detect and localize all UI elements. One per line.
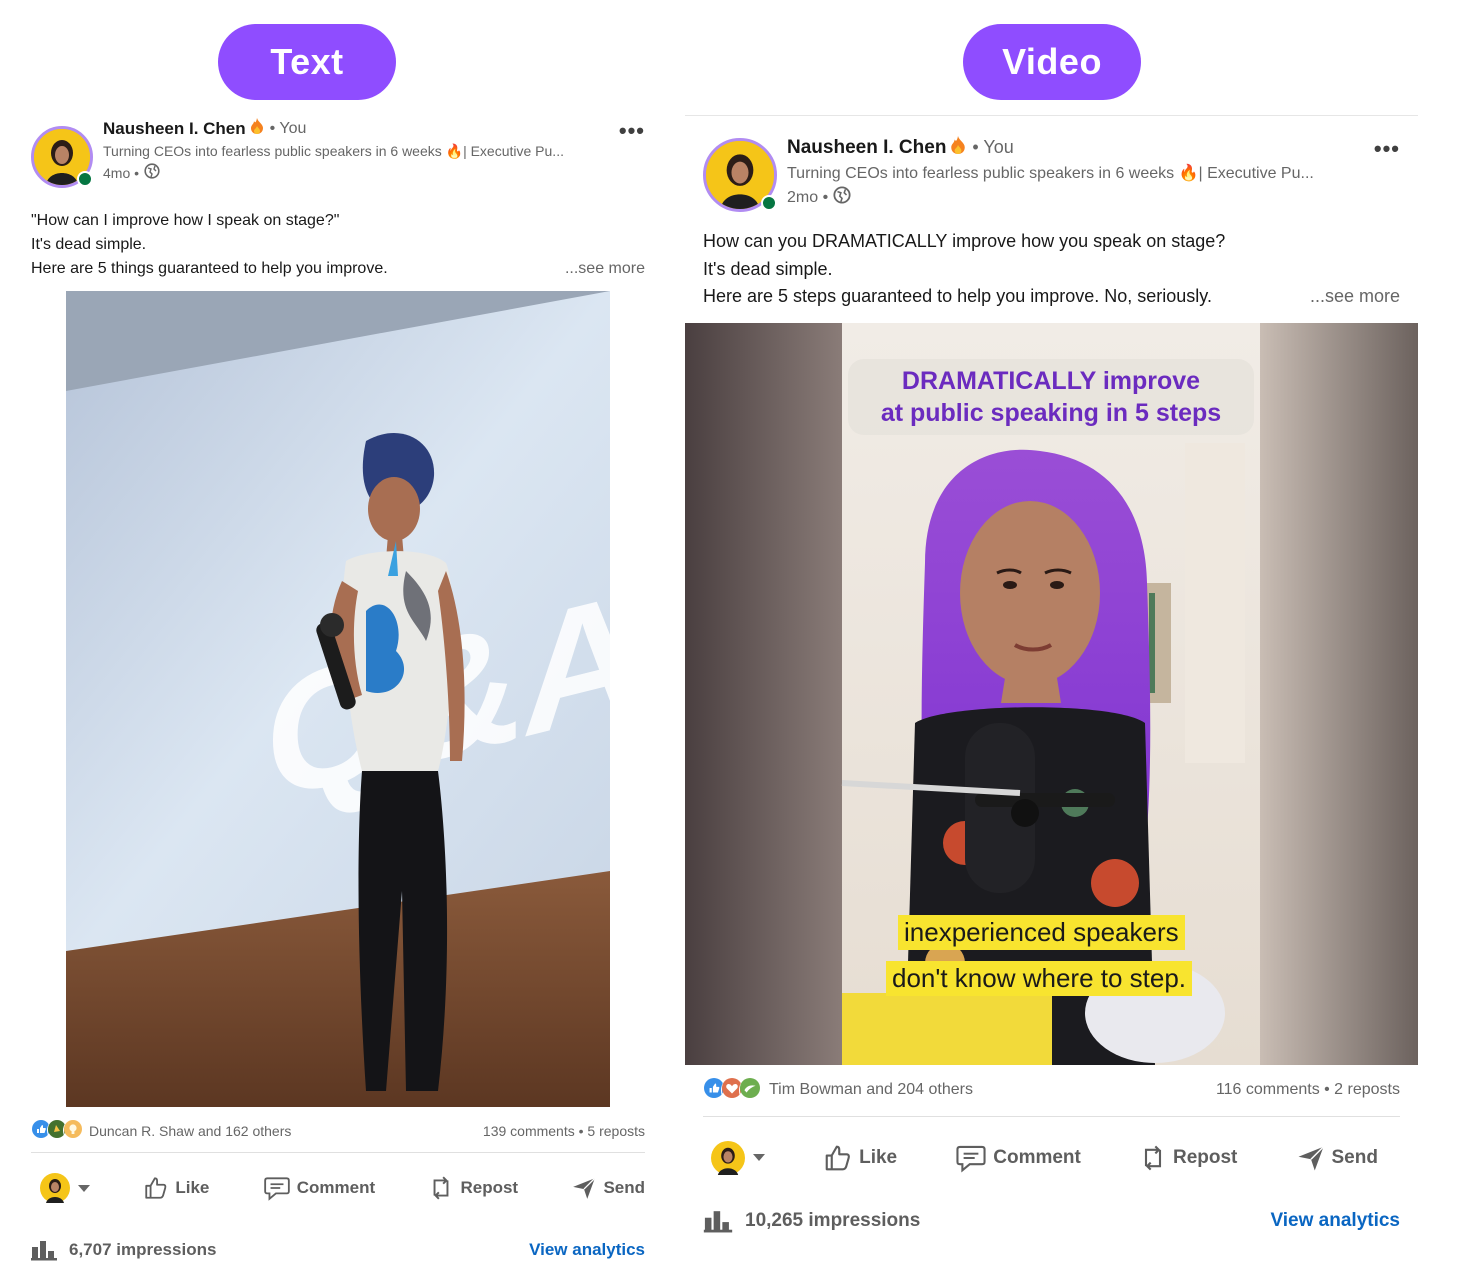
send-button[interactable]: Send <box>571 1175 645 1201</box>
chevron-down-icon <box>753 1154 765 1161</box>
body-line: How can you DRAMATICALLY improve how you… <box>703 231 1226 251</box>
online-status-dot <box>761 195 777 211</box>
bar-chart-icon <box>703 1210 733 1232</box>
react-as-selector[interactable] <box>711 1140 765 1175</box>
mini-avatar-icon <box>711 1140 745 1175</box>
body-line: Here are 5 things guaranteed to help you… <box>31 260 388 277</box>
comment-label: Comment <box>296 1178 376 1197</box>
repost-icon <box>434 1176 449 1200</box>
video-post-card: Nausheen I. Chen • You Turning CEOs into… <box>685 115 1418 1233</box>
reactions-count[interactable]: Duncan R. Shaw and 162 others <box>89 1123 291 1139</box>
send-label: Send <box>603 1178 645 1197</box>
comments-reposts-count[interactable]: 139 comments • 5 reposts <box>483 1123 645 1139</box>
impressions[interactable]: 10,265 impressions <box>703 1209 920 1233</box>
author-headline: Turning CEOs into fearless public speake… <box>103 143 564 159</box>
view-analytics-link[interactable]: View analytics <box>529 1240 645 1260</box>
mini-avatar-icon <box>40 1173 70 1203</box>
comment-icon <box>956 1145 986 1173</box>
see-more-link[interactable]: ...see more <box>565 257 645 281</box>
text-post-card: Nausheen I. Chen • You Turning CEOs into… <box>31 118 645 1261</box>
social-counts: Duncan R. Shaw and 162 others 139 commen… <box>31 1119 645 1142</box>
author-name[interactable]: Nausheen I. Chen <box>787 137 946 159</box>
comment-label: Comment <box>993 1146 1081 1168</box>
impressions-count: 6,707 impressions <box>69 1240 217 1259</box>
reactions-count[interactable]: Tim Bowman and 204 others <box>769 1081 973 1099</box>
body-line: Here are 5 steps guaranteed to help you … <box>703 286 1212 306</box>
you-label: • You <box>972 137 1014 157</box>
repost-button[interactable]: Repost <box>1139 1142 1237 1174</box>
like-button[interactable]: Like <box>823 1143 897 1173</box>
post-time: 4mo • <box>103 164 140 181</box>
support-reaction-icon <box>739 1076 761 1104</box>
post-footer: 6,707 impressions View analytics <box>31 1239 645 1261</box>
send-icon <box>1298 1145 1324 1170</box>
divider <box>31 1152 645 1153</box>
fire-icon <box>950 136 966 159</box>
social-counts: Tim Bowman and 204 others 116 comments •… <box>703 1076 1400 1104</box>
globe-icon <box>144 163 160 182</box>
post-image[interactable]: Q&A <box>66 291 610 1107</box>
post-time: 2mo • <box>787 188 829 206</box>
post-header: Nausheen I. Chen • You Turning CEOs into… <box>31 118 645 188</box>
repost-label: Repost <box>460 1178 519 1197</box>
comment-button[interactable]: Comment <box>955 1143 1081 1173</box>
video-title-line: at public speaking in 5 steps <box>880 398 1222 427</box>
bar-chart-icon <box>31 1241 57 1261</box>
more-options-icon[interactable]: ••• <box>1374 136 1400 162</box>
globe-icon <box>833 186 851 209</box>
send-label: Send <box>1331 1146 1378 1168</box>
video-subtitle-line: don't know where to step. <box>886 960 1193 996</box>
impressions[interactable]: 6,707 impressions <box>31 1239 216 1261</box>
send-button[interactable]: Send <box>1296 1143 1378 1173</box>
body-line: It's dead simple. <box>703 258 833 279</box>
chevron-down-icon <box>78 1184 90 1192</box>
author-avatar[interactable] <box>703 138 777 212</box>
action-bar: Like Comment Repost Send <box>31 1173 645 1203</box>
more-options-icon[interactable]: ••• <box>619 118 645 144</box>
repost-icon <box>1144 1145 1162 1170</box>
body-line: It's dead simple. <box>31 236 147 253</box>
impressions-count: 10,265 impressions <box>745 1209 921 1231</box>
you-label: • You <box>269 119 307 137</box>
repost-label: Repost <box>1172 1146 1238 1168</box>
post-body: "How can I improve how I speak on stage?… <box>31 209 645 281</box>
comments-reposts-count[interactable]: 116 comments • 2 reposts <box>1216 1081 1400 1099</box>
text-format-label: Text <box>218 24 396 100</box>
post-header: Nausheen I. Chen • You Turning CEOs into… <box>703 136 1400 212</box>
thumbs-up-icon <box>145 1177 167 1199</box>
thumbs-up-icon <box>825 1145 851 1170</box>
video-title-overlay: DRAMATICALLY improve at public speaking … <box>848 358 1254 435</box>
view-analytics-link[interactable]: View analytics <box>1270 1210 1400 1232</box>
body-line: "How can I improve how I speak on stage?… <box>31 212 340 229</box>
action-bar: Like Comment Repost Send <box>711 1140 1378 1175</box>
react-as-selector[interactable] <box>40 1173 90 1203</box>
send-icon <box>573 1177 596 1199</box>
like-label: Like <box>859 1146 898 1168</box>
author-name[interactable]: Nausheen I. Chen <box>103 119 246 139</box>
repost-button[interactable]: Repost <box>428 1174 518 1202</box>
author-avatar[interactable] <box>31 126 93 188</box>
online-status-dot <box>77 171 93 187</box>
like-button[interactable]: Like <box>143 1175 209 1201</box>
comment-icon <box>263 1177 290 1201</box>
video-subtitle-line: inexperienced speakers <box>898 914 1185 950</box>
post-video[interactable]: DRAMATICALLY improve at public speaking … <box>685 322 1418 1065</box>
video-format-label: Video <box>963 24 1141 100</box>
see-more-link[interactable]: ...see more <box>1310 283 1400 311</box>
insightful-reaction-icon <box>63 1119 83 1142</box>
speaker-on-stage-image: Q&A <box>66 291 610 1107</box>
like-label: Like <box>175 1178 210 1197</box>
post-body: How can you DRAMATICALLY improve how you… <box>703 228 1400 311</box>
fire-icon <box>250 118 264 139</box>
divider <box>703 1115 1400 1117</box>
post-footer: 10,265 impressions View analytics <box>703 1209 1400 1233</box>
video-title-line: DRAMATICALLY improve <box>901 366 1201 395</box>
author-headline: Turning CEOs into fearless public speake… <box>787 165 1314 182</box>
comment-button[interactable]: Comment <box>263 1175 375 1201</box>
